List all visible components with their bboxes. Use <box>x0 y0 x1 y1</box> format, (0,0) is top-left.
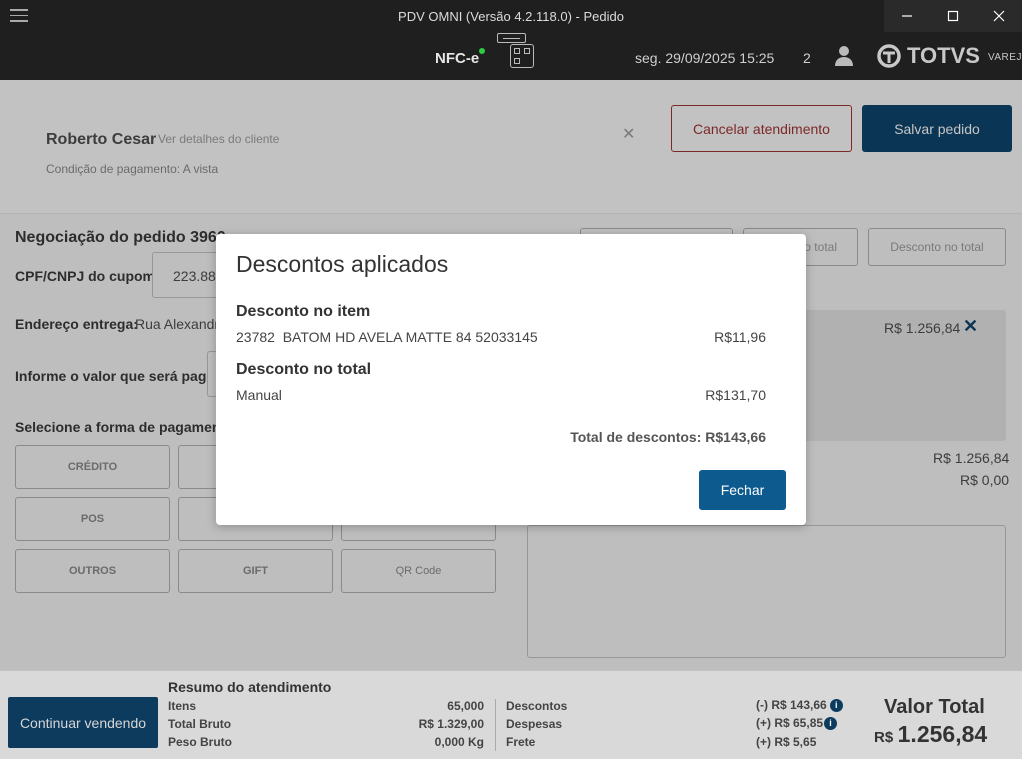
close-icon <box>993 10 1005 22</box>
freight-label: Frete <box>506 735 536 749</box>
brand-name: TOTVS <box>907 43 980 68</box>
session-count: 2 <box>803 50 811 66</box>
totvs-logo-icon <box>877 44 901 68</box>
close-dialog-button[interactable]: Fechar <box>699 470 786 510</box>
discounts-info-icon[interactable]: i <box>829 699 843 713</box>
total-discount-value: R$131,70 <box>705 387 766 403</box>
window-title: PDV OMNI (Versão 4.2.118.0) - Pedido <box>398 9 624 24</box>
discounts-total: Total de descontos: R$143,66 <box>570 429 766 445</box>
total-label: Valor Total <box>884 696 985 718</box>
nfce-status-dot <box>479 48 485 54</box>
nfce-label: NFC-e <box>435 50 480 67</box>
items-label: Itens <box>168 699 197 713</box>
summary-footer: Continuar vendendo Resumo do atendimento… <box>0 670 1022 759</box>
discounts-dialog: Descontos aplicados Desconto no item 237… <box>216 234 806 525</box>
qr-code-icon[interactable] <box>510 44 534 68</box>
continue-selling-button[interactable]: Continuar vendendo <box>8 697 158 748</box>
dialog-title: Descontos aplicados <box>236 251 449 277</box>
discounts-label: Descontos <box>506 699 568 713</box>
title-bar: PDV OMNI (Versão 4.2.118.0) - Pedido NFC… <box>0 0 1022 80</box>
minimize-button[interactable] <box>884 0 930 32</box>
close-button[interactable] <box>976 0 1022 32</box>
datetime: seg. 29/09/2025 15:25 <box>635 50 775 66</box>
gross-total-label: Total Bruto <box>168 717 232 731</box>
total-currency: R$ <box>874 729 894 746</box>
minimize-icon <box>902 15 912 17</box>
printer-icon <box>497 33 526 43</box>
gross-weight-label: Peso Bruto <box>168 735 233 749</box>
user-icon[interactable] <box>834 45 854 67</box>
items-value: 65,000 <box>447 699 484 713</box>
maximize-button[interactable] <box>930 0 976 32</box>
expenses-value: (+) R$ 65,85 <box>756 716 824 730</box>
item-discount-heading: Desconto no item <box>236 303 371 320</box>
total-value: 1.256,84 <box>897 721 988 747</box>
footer-divider <box>495 699 496 751</box>
brand-logo: TOTVS VAREJO <box>877 43 1022 69</box>
summary-title: Resumo do atendimento <box>168 679 332 695</box>
maximize-icon <box>947 10 959 22</box>
expenses-info-icon[interactable]: i <box>824 717 838 731</box>
freight-value: (+) R$ 5,65 <box>756 735 817 749</box>
item-discount-label: 23782 BATOM HD AVELA MATTE 84 52033145 <box>236 329 538 345</box>
item-discount-value: R$11,96 <box>714 329 766 345</box>
discounts-value: (-) R$ 143,66 <box>756 698 827 712</box>
gross-weight-value: 0,000 Kg <box>434 735 484 749</box>
gross-total-value: R$ 1.329,00 <box>418 717 484 731</box>
total-discount-label: Manual <box>236 387 282 403</box>
brand-sub: VAREJO <box>987 51 1022 63</box>
expenses-label: Despesas <box>506 717 563 731</box>
total-discount-heading: Desconto no total <box>236 361 372 378</box>
